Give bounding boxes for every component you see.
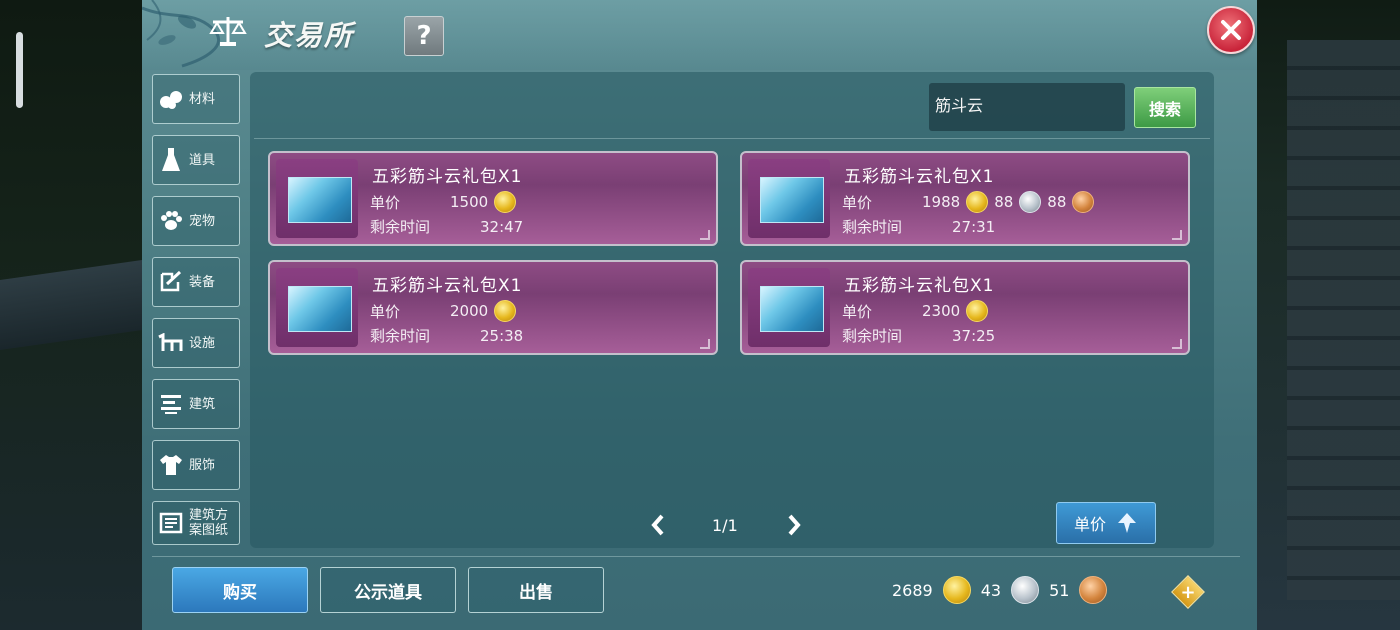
- price-row: 单价 1988 88 88: [842, 191, 1100, 213]
- footer-divider: [152, 556, 1240, 557]
- item-thumbnail: [276, 268, 358, 347]
- time-row: 剩余时间 27:31: [842, 217, 996, 237]
- add-currency-button[interactable]: +: [1171, 575, 1205, 609]
- edge-swipe-handle[interactable]: [16, 32, 23, 108]
- resize-corner-icon: [1172, 339, 1182, 349]
- resize-corner-icon: [700, 230, 710, 240]
- buy-button[interactable]: 购买: [172, 567, 308, 613]
- copper-coin-icon: [1072, 191, 1095, 213]
- gold-coin-icon: [942, 576, 971, 604]
- prev-page-button[interactable]: [650, 510, 666, 540]
- silver-coin-icon: [1011, 576, 1040, 604]
- exchange-panel: 交易所 ? 材料 道具 宠物 装备 设施 建筑 服饰 建筑方 案图纸 筋斗云 搜…: [142, 0, 1257, 630]
- item-thumbnail: [748, 268, 830, 347]
- paw-icon: [153, 197, 189, 245]
- silver-coin-icon: [1019, 191, 1042, 213]
- category-label: 装备: [189, 274, 216, 290]
- item-name: 五彩筋斗云礼包X1: [372, 276, 523, 296]
- gold-balance: 2689: [892, 580, 933, 600]
- price-row: 单价 2300: [842, 300, 994, 322]
- item-thumbnail: [748, 159, 830, 238]
- category-facilities[interactable]: 设施: [152, 318, 240, 368]
- category-label: 建筑方 案图纸: [189, 508, 229, 538]
- time-row: 剩余时间 37:25: [842, 326, 996, 346]
- search-input[interactable]: 筋斗云: [929, 83, 1125, 131]
- listing-card[interactable]: 五彩筋斗云礼包X1 单价 2000 剩余时间 25:38: [268, 260, 718, 355]
- materials-icon: [153, 75, 189, 123]
- help-button[interactable]: ?: [404, 16, 444, 56]
- listing-card[interactable]: 五彩筋斗云礼包X1 单价 2300 剩余时间 37:25: [740, 260, 1190, 355]
- copper-coin-icon: [1079, 576, 1108, 604]
- category-clothing[interactable]: 服饰: [152, 440, 240, 490]
- search-button[interactable]: 搜索: [1134, 87, 1196, 128]
- category-materials[interactable]: 材料: [152, 74, 240, 124]
- category-pets[interactable]: 宠物: [152, 196, 240, 246]
- chevron-left-icon: [651, 514, 664, 536]
- blueprint-icon: [153, 502, 189, 544]
- category-label: 材料: [189, 91, 216, 107]
- equipment-icon: [153, 258, 189, 306]
- clothing-icon: [153, 441, 189, 489]
- category-label: 道具: [189, 152, 216, 168]
- sort-by-price-button[interactable]: 单价: [1056, 502, 1156, 544]
- price-row: 单价 1500: [370, 191, 522, 213]
- showcase-items-button[interactable]: 公示道具: [320, 567, 456, 613]
- silver-balance: 43: [980, 580, 1002, 600]
- close-icon: [1221, 20, 1241, 40]
- category-buildings[interactable]: 建筑: [152, 379, 240, 429]
- time-row: 剩余时间 32:47: [370, 217, 524, 237]
- page-title: 交易所: [264, 19, 355, 52]
- close-button[interactable]: [1207, 6, 1255, 54]
- chevron-right-icon: [788, 514, 801, 536]
- sell-button[interactable]: 出售: [468, 567, 604, 613]
- item-thumbnail: [276, 159, 358, 238]
- building-icon: [153, 380, 189, 428]
- listing-area: 筋斗云 搜索 五彩筋斗云礼包X1 单价 1500 剩余时间 32:47 五彩筋斗…: [250, 72, 1214, 548]
- next-page-button[interactable]: [786, 510, 802, 540]
- gold-coin-icon: [494, 191, 517, 213]
- category-label: 服饰: [189, 457, 216, 473]
- gold-coin-icon: [494, 300, 517, 322]
- category-label: 设施: [189, 335, 216, 351]
- item-name: 五彩筋斗云礼包X1: [844, 167, 995, 187]
- plus-icon: +: [1180, 581, 1196, 603]
- gold-coin-icon: [966, 300, 989, 322]
- category-items[interactable]: 道具: [152, 135, 240, 185]
- time-row: 剩余时间 25:38: [370, 326, 524, 346]
- resize-corner-icon: [700, 339, 710, 349]
- sort-label: 单价: [1073, 515, 1106, 534]
- category-blueprints[interactable]: 建筑方 案图纸: [152, 501, 240, 545]
- listing-card[interactable]: 五彩筋斗云礼包X1 单价 1988 88 88 剩余时间 27:31: [740, 151, 1190, 246]
- category-label: 宠物: [189, 213, 216, 229]
- category-equipment[interactable]: 装备: [152, 257, 240, 307]
- resize-corner-icon: [1172, 230, 1182, 240]
- item-name: 五彩筋斗云礼包X1: [372, 167, 523, 187]
- sort-up-arrow-icon: [1118, 513, 1136, 533]
- item-name: 五彩筋斗云礼包X1: [844, 276, 995, 296]
- price-row: 单价 2000: [370, 300, 522, 322]
- potion-icon: [153, 136, 189, 184]
- wallet-balance: 2689 43 51: [892, 575, 1117, 605]
- category-label: 建筑: [189, 396, 216, 412]
- help-icon: ?: [416, 21, 432, 51]
- copper-balance: 51: [1049, 580, 1070, 600]
- scale-icon: [208, 10, 248, 50]
- facility-icon: [153, 319, 189, 367]
- gold-coin-icon: [966, 191, 989, 213]
- listing-card[interactable]: 五彩筋斗云礼包X1 单价 1500 剩余时间 32:47: [268, 151, 718, 246]
- page-indicator: 1/1: [712, 515, 738, 535]
- divider: [254, 138, 1210, 139]
- game-scene-right: [1257, 0, 1400, 630]
- title-bar: 交易所 ?: [142, 0, 1257, 66]
